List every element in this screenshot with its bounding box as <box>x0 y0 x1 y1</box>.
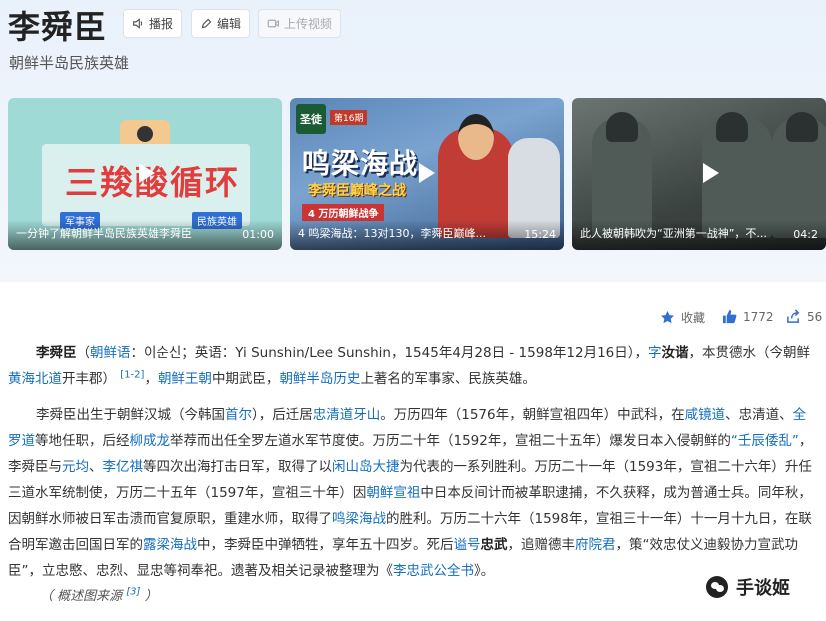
link-asan[interactable]: 忠清道牙山 <box>313 407 381 423</box>
bio-text: 。万历四年（1576年，朝鲜宣祖四年）中武科，在 <box>380 407 685 423</box>
link-hansando[interactable]: 闲山岛大捷 <box>332 459 400 475</box>
play-icon[interactable] <box>696 160 722 186</box>
link-imjin-war[interactable]: “壬辰倭乱” <box>731 433 799 449</box>
favorite-button[interactable]: 收藏 <box>660 309 705 326</box>
mid-text: 中期武臣， <box>211 371 280 387</box>
link-posthumous-name[interactable]: 谥号 <box>454 537 481 553</box>
speaker-icon <box>133 18 143 29</box>
link-zi[interactable]: 字 <box>648 345 662 361</box>
bio-text: 李舜臣出生于朝鲜汉城（今韩国 <box>36 407 225 423</box>
edit-button[interactable]: 编辑 <box>191 9 251 38</box>
broadcast-button[interactable]: 播报 <box>123 9 183 38</box>
upload-video-label: 上传视频 <box>284 17 333 31</box>
share-count: 56 <box>807 309 823 324</box>
video-caption-bar: 一分钟了解朝鲜半岛民族英雄李舜臣 01:00 <box>8 220 282 250</box>
bio-text: 等地任职，后经 <box>35 433 130 449</box>
watermark-text: 手谈姬 <box>736 578 790 599</box>
like-button[interactable]: 1772 <box>722 309 774 324</box>
bio-text: 举荐而出任全罗左道水军节度使。万历二十年（1592年，宣祖二十五年）爆发日本入侵… <box>170 433 731 449</box>
courtesy-name: 汝谐 <box>661 345 689 361</box>
bio-paragraph: 李舜臣出生于朝鲜汉城（今韩国首尔），后迁居忠清道牙山。万历四年（1576年，朝鲜… <box>8 402 814 584</box>
caption-text: （ 概述图来源 <box>40 589 123 604</box>
channel-logo: 圣徒 <box>296 104 326 134</box>
page-subtitle: 朝鲜半岛民族英雄 <box>9 54 130 72</box>
share-icon <box>787 309 800 323</box>
link-seoul[interactable]: 首尔 <box>225 407 252 423</box>
caption-close: ） <box>144 589 158 604</box>
link-buwongun[interactable]: 府院君 <box>575 537 616 553</box>
lifespan: 1545年4月28日 - 1598年12月16日 <box>404 345 628 361</box>
watermark: 手谈姬 <box>706 574 790 600</box>
link-yi-eok-gi[interactable]: 李亿祺 <box>103 459 144 475</box>
link-complete-works[interactable]: 李忠武公全书 <box>393 563 474 579</box>
link-korea-history[interactable]: 朝鲜半岛历史 <box>279 371 360 387</box>
link-myeongnyang[interactable]: 鸣梁海战 <box>332 511 386 527</box>
link-won-gyun[interactable]: 元均 <box>62 459 89 475</box>
link-hamgyong[interactable]: 咸镜道 <box>685 407 726 423</box>
video-duration: 01:00 <box>242 228 274 241</box>
play-icon[interactable] <box>412 160 438 186</box>
video-card-1[interactable]: 三羧酸循环 军事家 民族英雄 一分钟了解朝鲜半岛民族英雄李舜臣 01:00 <box>8 98 282 250</box>
video-title: 此人被朝韩吹为“亚洲第一战神”，不... <box>580 227 767 240</box>
bio-text: ，追赠德丰 <box>507 537 576 553</box>
video-caption-bar: 4 鸣梁海战：13对130，李舜臣巅峰... 15:24 <box>290 220 564 250</box>
origin-text: ，本贯德水（今朝鲜 <box>688 345 811 361</box>
posthumous-title: 忠武 <box>480 537 508 553</box>
video-title: 一分钟了解朝鲜半岛民族英雄李舜臣 <box>16 227 192 240</box>
person-name: 李舜臣 <box>36 345 77 361</box>
image-source-caption: （ 概述图来源 [3] ） <box>40 585 158 604</box>
broadcast-label: 播报 <box>149 17 174 31</box>
intro-paragraph: 李舜臣（朝鲜语：이순신；英语：Yi Sunshin/Lee Sunshin，15… <box>8 345 811 387</box>
link-korean[interactable]: 朝鲜语 <box>90 345 131 361</box>
bio-text: ），后迁居 <box>252 407 313 423</box>
link-seonjo[interactable]: 朝鲜宣祖 <box>366 485 420 501</box>
video-duration: 15:24 <box>524 228 556 241</box>
link-hwanghae[interactable]: 黄海北道 <box>8 371 62 387</box>
video-icon <box>267 19 279 28</box>
video-duration: 04:2 <box>793 228 818 241</box>
link-ryu-seong-ryong[interactable]: 柳成龙 <box>130 433 171 449</box>
wechat-icon <box>706 576 728 598</box>
bio-text: 中，李舜臣中弹牺牲，享年五十四岁。死后 <box>197 537 454 553</box>
star-icon <box>661 310 674 324</box>
bio-text: 等四次出海打击日军，取得了以 <box>143 459 332 475</box>
thumbnail-subtitle: 李舜臣巅峰之战 <box>308 183 406 199</box>
share-button[interactable]: 56 <box>786 309 822 324</box>
english-name: Yi Sunshin/Lee Sunshin <box>235 345 391 361</box>
video-card-2[interactable]: 圣徒 第16期 鸣梁海战 李舜臣巅峰之战 4 万历朝鲜战争 4 鸣梁海战：13对… <box>290 98 564 250</box>
bio-text: 、忠清道、 <box>725 407 793 423</box>
hero-section: 李舜臣 朝鲜半岛民族英雄 播报 编辑 上传视频 三羧酸循环 军事家 民族英雄 一… <box>0 0 826 282</box>
thumbs-up-icon <box>722 309 737 324</box>
end-text: 上著名的军事家、民族英雄。 <box>360 371 536 387</box>
bio-text: 》。 <box>474 563 495 579</box>
reference-link[interactable]: [3] <box>126 587 140 598</box>
thumbnail-series: 4 万历朝鲜战争 <box>302 204 385 221</box>
reference-link[interactable]: [1-2] <box>120 370 144 381</box>
edit-label: 编辑 <box>217 17 242 31</box>
play-icon[interactable] <box>132 160 158 186</box>
page-title: 李舜臣 <box>8 8 108 46</box>
video-title: 4 鸣梁海战：13对130，李舜臣巅峰... <box>298 227 486 240</box>
link-joseon[interactable]: 朝鲜王朝 <box>158 371 212 387</box>
upload-video-button[interactable]: 上传视频 <box>258 9 342 38</box>
favorite-label: 收藏 <box>681 311 706 325</box>
korean-name: 이순신 <box>144 345 182 361</box>
video-caption-bar: 此人被朝韩吹为“亚洲第一战神”，不... 04:2 <box>572 220 826 250</box>
bio-text: 、 <box>89 459 103 475</box>
video-card-3[interactable]: 此人被朝韩吹为“亚洲第一战神”，不... 04:2 <box>572 98 826 250</box>
pencil-icon <box>201 18 212 29</box>
like-count: 1772 <box>743 309 774 324</box>
thumbnail-title: 鸣梁海战 <box>302 147 419 180</box>
link-noryang[interactable]: 露梁海战 <box>143 537 197 553</box>
origin-tail: 开丰郡） <box>62 371 116 387</box>
episode-badge: 第16期 <box>330 110 368 125</box>
